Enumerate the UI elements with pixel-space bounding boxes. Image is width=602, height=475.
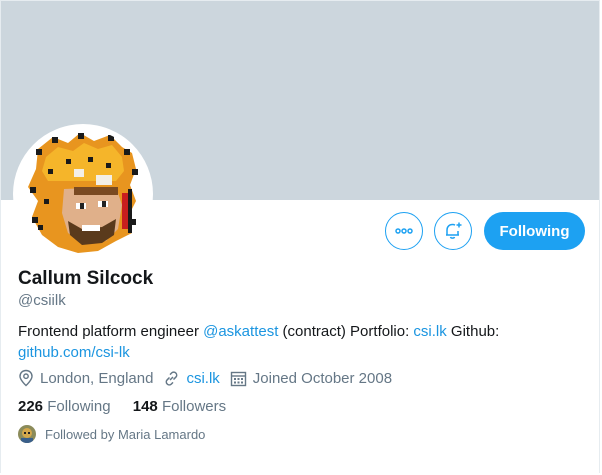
profile-handle: @csiilk — [18, 292, 66, 309]
profile-bio: Frontend platform engineer @askattest (c… — [18, 321, 578, 363]
followers-count: 148 — [132, 398, 158, 415]
followed-by-text: Followed by Maria Lamardo — [45, 426, 206, 442]
avatar[interactable] — [18, 129, 148, 259]
profile-stats: 226 Following 148 Followers — [18, 398, 244, 415]
follower-avatar — [18, 425, 36, 443]
bio-text: Github: — [446, 323, 500, 340]
bio-text: (contract) Portfolio: — [278, 323, 414, 340]
notifications-button[interactable] — [434, 212, 472, 250]
joined-item: Joined October 2008 — [230, 370, 392, 387]
following-count: 226 — [18, 398, 44, 415]
more-button[interactable] — [385, 212, 423, 250]
bio-mention-link[interactable]: @askattest — [203, 323, 278, 340]
follower-avatar-image — [18, 425, 36, 443]
bell-plus-icon — [446, 222, 462, 239]
followed-by[interactable]: Followed by Maria Lamardo — [18, 425, 205, 443]
pixel-avatar-image — [18, 129, 148, 259]
location-item: London, England — [18, 369, 153, 387]
bio-text: Frontend platform engineer — [18, 323, 204, 340]
website-link[interactable]: csi.lk — [186, 370, 219, 387]
followers-label: Followers — [161, 398, 227, 415]
following-button[interactable]: Following — [484, 212, 585, 250]
calendar-icon — [230, 371, 246, 386]
joined-text: Joined October 2008 — [252, 369, 393, 387]
bio-portfolio-link[interactable]: csi.lk — [413, 323, 446, 340]
bio-github-link[interactable]: github.com/csi-lk — [18, 344, 130, 361]
following-stat[interactable]: 226 Following — [18, 398, 111, 415]
profile-meta: London, England csi.lk Joined October 20… — [18, 368, 402, 388]
profile-name: Callum Silcock — [18, 268, 154, 289]
following-label: Following — [47, 398, 111, 415]
avatar-border — [13, 124, 153, 264]
following-button-label: Following — [499, 222, 570, 240]
more-icon — [395, 228, 413, 234]
followers-stat[interactable]: 148 Followers — [133, 398, 226, 415]
link-icon — [165, 370, 178, 386]
website-item: csi.lk — [163, 370, 220, 387]
location-pin-icon — [19, 369, 33, 387]
location-text: London, England — [40, 369, 154, 387]
